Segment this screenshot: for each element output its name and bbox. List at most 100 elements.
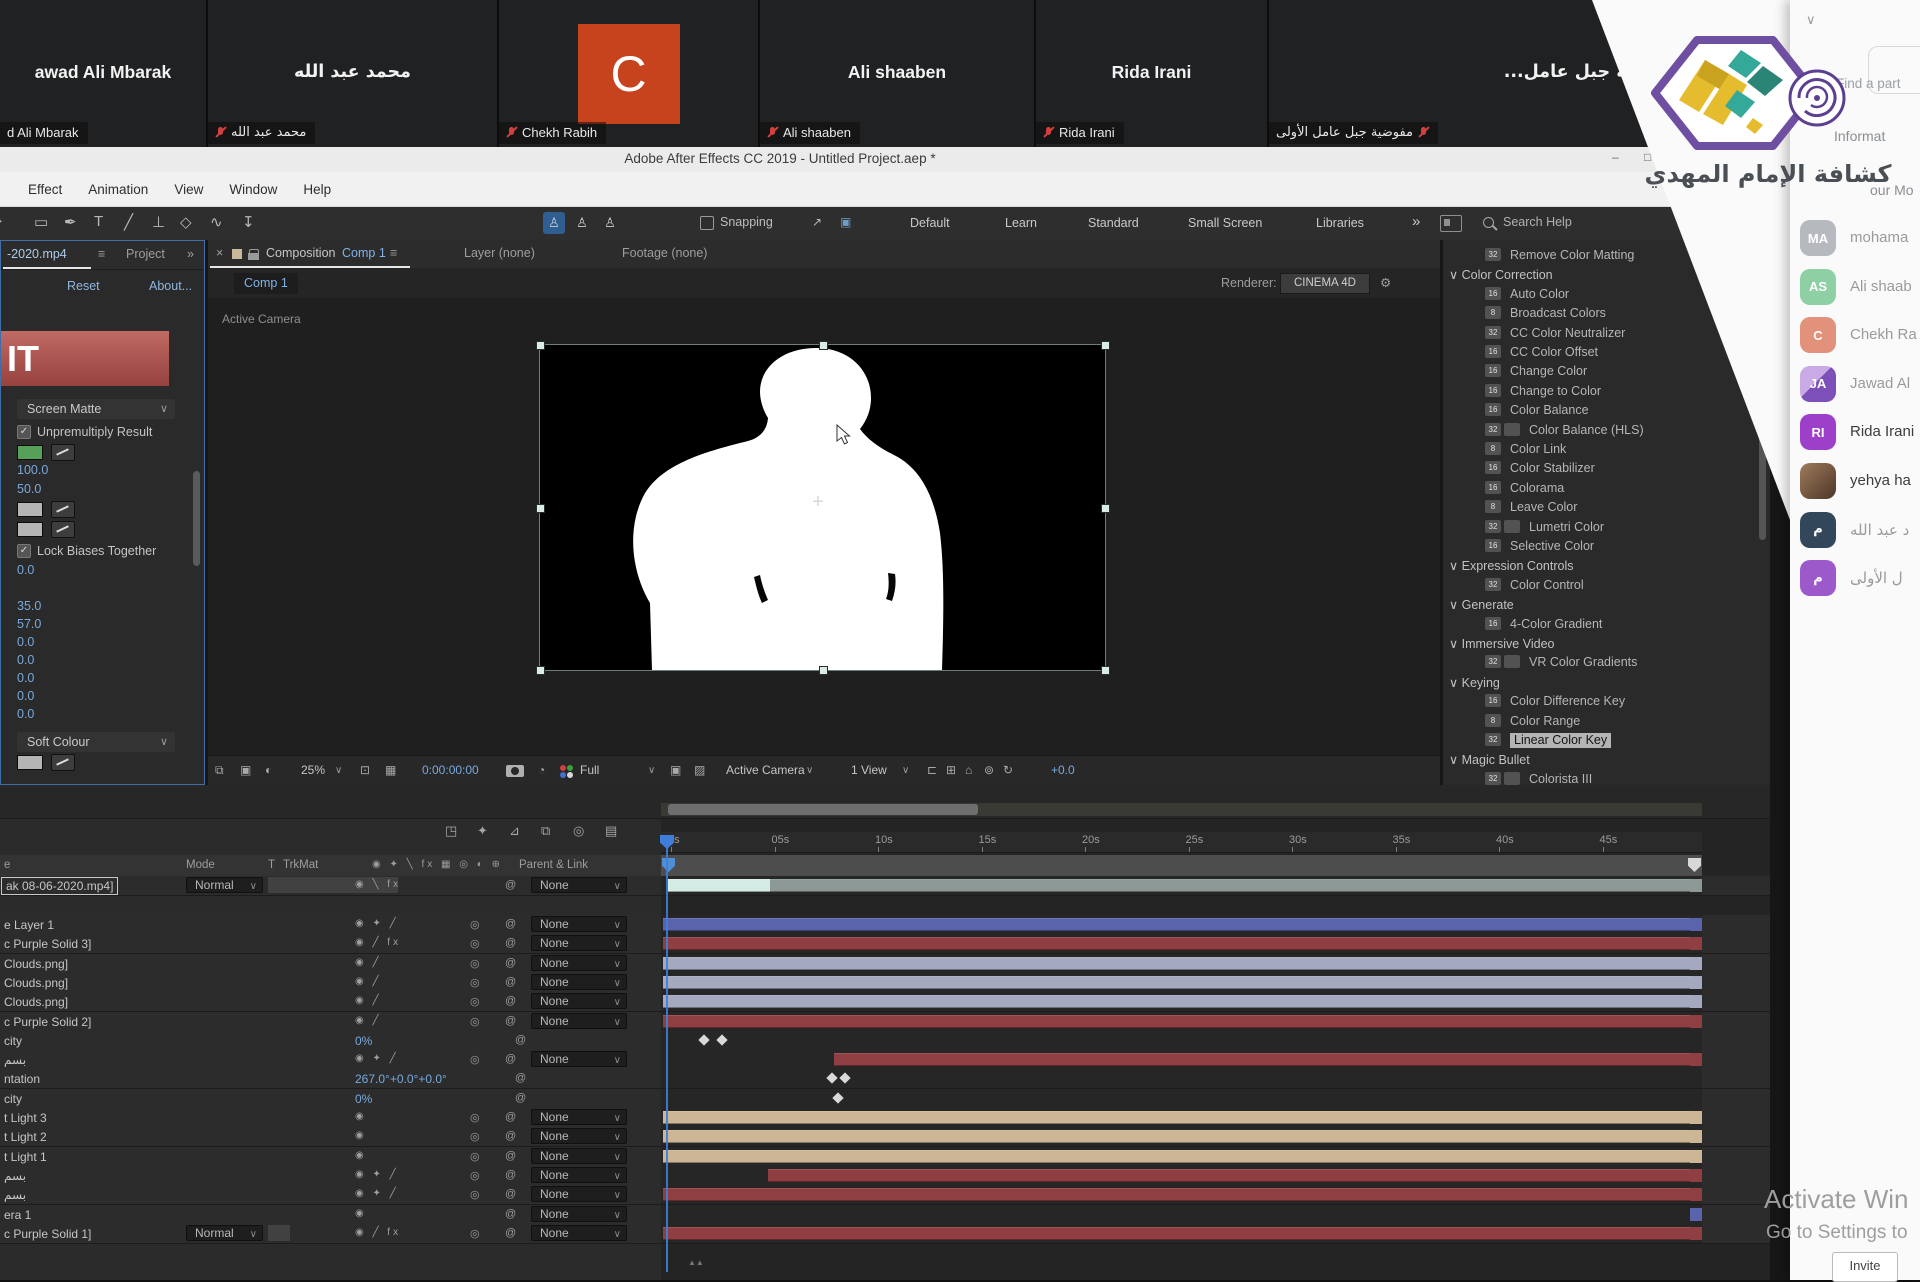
soft-colour-dropdown[interactable]: Soft Colour∨ xyxy=(17,732,175,752)
menu-effect[interactable]: Effect xyxy=(28,182,62,197)
parent-dropdown[interactable]: None∨ xyxy=(531,1051,627,1067)
renderer-toggle-icon[interactable]: ◎ xyxy=(470,1015,480,1028)
row-graph-area[interactable] xyxy=(661,876,1702,895)
layer-switches-icons[interactable]: ◉ ╱ xyxy=(355,1015,382,1026)
renderer-toggle-icon[interactable]: ◎ xyxy=(470,995,480,1008)
renderer-toggle-icon[interactable]: ◎ xyxy=(470,1053,480,1066)
anchor-point-icon[interactable]: + xyxy=(812,491,824,514)
layer-name[interactable]: c Purple Solid 1] xyxy=(4,1227,91,1241)
layer-duration-bar[interactable] xyxy=(768,1169,1692,1182)
screen-colour-swatch[interactable] xyxy=(17,445,43,460)
effects-group-row[interactable]: ∨ Keying xyxy=(1443,673,1770,692)
layer-duration-bar[interactable] xyxy=(663,1130,1692,1143)
home-tool-icon[interactable]: ⌖ xyxy=(0,213,2,230)
layer-name[interactable]: ak 08-06-2020.mp4] xyxy=(1,877,118,895)
keyframe-diamond[interactable] xyxy=(839,1073,850,1084)
matte-value[interactable]: 57.0 xyxy=(17,617,41,631)
parent-link-icon[interactable]: @ xyxy=(505,1227,516,1239)
fast-previews-icon[interactable]: ▣ xyxy=(670,763,681,777)
layer-duration-bar[interactable] xyxy=(663,995,1692,1008)
menu-help[interactable]: Help xyxy=(303,182,331,197)
comp-mini-tab[interactable]: Comp 1 xyxy=(234,273,298,294)
snapping-checkbox[interactable] xyxy=(700,216,714,230)
clip-selected-segment[interactable] xyxy=(668,879,770,892)
menu-window[interactable]: Window xyxy=(229,182,277,197)
time-ruler[interactable]: 0s05s10s15s20s25s30s35s40s45s xyxy=(661,832,1702,853)
selection-handle[interactable] xyxy=(536,666,545,675)
tab-composition-name[interactable]: Comp 1 xyxy=(342,246,386,260)
layer-switches-icons[interactable]: ◉ ✦ ╱ xyxy=(355,1169,399,1180)
bias-swatch-2[interactable] xyxy=(17,522,43,537)
row-graph-area[interactable] xyxy=(661,1031,1702,1050)
layer-switches-icons[interactable]: ◉ ╱ fx xyxy=(355,1227,401,1238)
timeline-zoom-icon[interactable]: ▲▲ xyxy=(688,1258,704,1267)
parent-dropdown[interactable]: None∨ xyxy=(531,1013,627,1029)
property-value[interactable]: 267.0°+0.0°+0.0° xyxy=(355,1072,447,1086)
menu-view[interactable]: View xyxy=(174,182,203,197)
tab-project[interactable]: Project xyxy=(126,247,165,261)
effects-item-row[interactable]: 16CC Color Offset xyxy=(1443,343,1770,362)
renderer-toggle-icon[interactable]: ◎ xyxy=(470,937,480,950)
tab-footage[interactable]: Footage (none) xyxy=(622,246,707,260)
effects-item-row[interactable]: 16Color Balance xyxy=(1443,401,1770,420)
participant-tile[interactable]: Rida IraniRida Irani xyxy=(1036,0,1267,147)
keyframe-diamond[interactable] xyxy=(832,1092,843,1103)
exposure-value[interactable]: +0.0 xyxy=(1051,763,1075,777)
parent-dropdown[interactable]: None∨ xyxy=(531,974,627,990)
eraser-tool-icon[interactable]: ◇ xyxy=(180,213,192,231)
workspace-learn[interactable]: Learn xyxy=(1005,216,1037,230)
parent-link-icon[interactable]: @ xyxy=(505,995,516,1007)
row-graph-area[interactable] xyxy=(661,992,1702,1011)
layer-name[interactable]: t Light 3 xyxy=(4,1111,47,1125)
effects-item-row[interactable]: 16Color Stabilizer xyxy=(1443,459,1770,478)
renderer-toggle-icon[interactable]: ◎ xyxy=(470,957,480,970)
lock-biases-checkbox[interactable]: ✓ xyxy=(17,544,31,558)
view-axis-mode-icon[interactable]: ♙ xyxy=(599,212,621,234)
layer-name[interactable]: t Light 1 xyxy=(4,1150,47,1164)
parent-dropdown[interactable]: None∨ xyxy=(531,993,627,1009)
brush-tool-icon[interactable]: ╱ xyxy=(124,213,133,231)
layer-name[interactable]: Clouds.png] xyxy=(4,976,68,990)
parent-dropdown[interactable]: None∨ xyxy=(531,1186,627,1202)
invite-button[interactable]: Invite xyxy=(1832,1252,1898,1282)
layer-duration-bar[interactable] xyxy=(663,957,1692,970)
region-of-interest-icon[interactable]: ▦ xyxy=(385,763,396,777)
layer-name[interactable]: بسم xyxy=(4,1188,26,1202)
screen-matte-dropdown[interactable]: Screen Matte∨ xyxy=(17,399,175,419)
parent-link-icon[interactable]: @ xyxy=(505,957,516,969)
row-graph-area[interactable] xyxy=(661,973,1702,992)
layer-duration-bar[interactable] xyxy=(663,1188,1692,1201)
tab-layer[interactable]: Layer (none) xyxy=(464,246,535,260)
participant-tile[interactable]: CChekh Rabih xyxy=(499,0,758,147)
parent-link-icon[interactable]: @ xyxy=(505,879,516,891)
layer-switches-icons[interactable]: ◉ ╱ xyxy=(355,957,382,968)
layer-duration-bar[interactable] xyxy=(663,1227,1692,1240)
layer-name[interactable]: t Light 2 xyxy=(4,1130,47,1144)
active-camera-dropdown[interactable]: Active Camera xyxy=(726,763,805,777)
parent-link-icon[interactable]: @ xyxy=(505,1111,516,1123)
view-layout-dropdown[interactable]: 1 View xyxy=(851,763,887,777)
layer-duration-bar[interactable] xyxy=(668,879,1692,892)
effects-item-row[interactable]: 16Colorama xyxy=(1443,479,1770,498)
layer-row[interactable]: c Purple Solid 1]Normal∨◉ ╱ fx◎@None∨ xyxy=(0,1224,1770,1244)
renderer-toggle-icon[interactable]: ◎ xyxy=(470,1111,480,1124)
manage-workspaces-icon[interactable] xyxy=(1440,215,1462,232)
draft3d-icon[interactable]: ✦ xyxy=(477,823,488,839)
row-graph-area[interactable] xyxy=(661,954,1702,973)
effects-item-row[interactable]: 8Color Range xyxy=(1443,712,1770,731)
layer-row[interactable]: ak 08-06-2020.mp4]Normal∨◉ ╲ fx@None∨ xyxy=(0,876,1770,896)
effects-item-row[interactable]: 16Change Color xyxy=(1443,362,1770,381)
row-graph-area[interactable] xyxy=(661,1127,1702,1146)
parent-dropdown[interactable]: None∨ xyxy=(531,1128,627,1144)
local-axis-mode-icon[interactable]: ♙ xyxy=(543,212,565,234)
layer-name[interactable]: era 1 xyxy=(4,1208,31,1222)
effects-item-row[interactable]: 32Colorista III xyxy=(1443,770,1770,785)
property-row[interactable]: city0%@ xyxy=(0,1031,1770,1051)
layer-name[interactable]: city xyxy=(4,1092,22,1106)
pen-tool-icon[interactable]: ✒ xyxy=(64,213,77,231)
property-row[interactable]: ntation267.0°+0.0°+0.0°@ xyxy=(0,1069,1770,1089)
renderer-toggle-icon[interactable]: ◎ xyxy=(470,1150,480,1163)
layer-switches-icons[interactable]: ◉ ╱ xyxy=(355,995,382,1006)
shy-icon[interactable]: ⊿ xyxy=(509,823,520,839)
row-graph-area[interactable] xyxy=(661,1012,1702,1031)
